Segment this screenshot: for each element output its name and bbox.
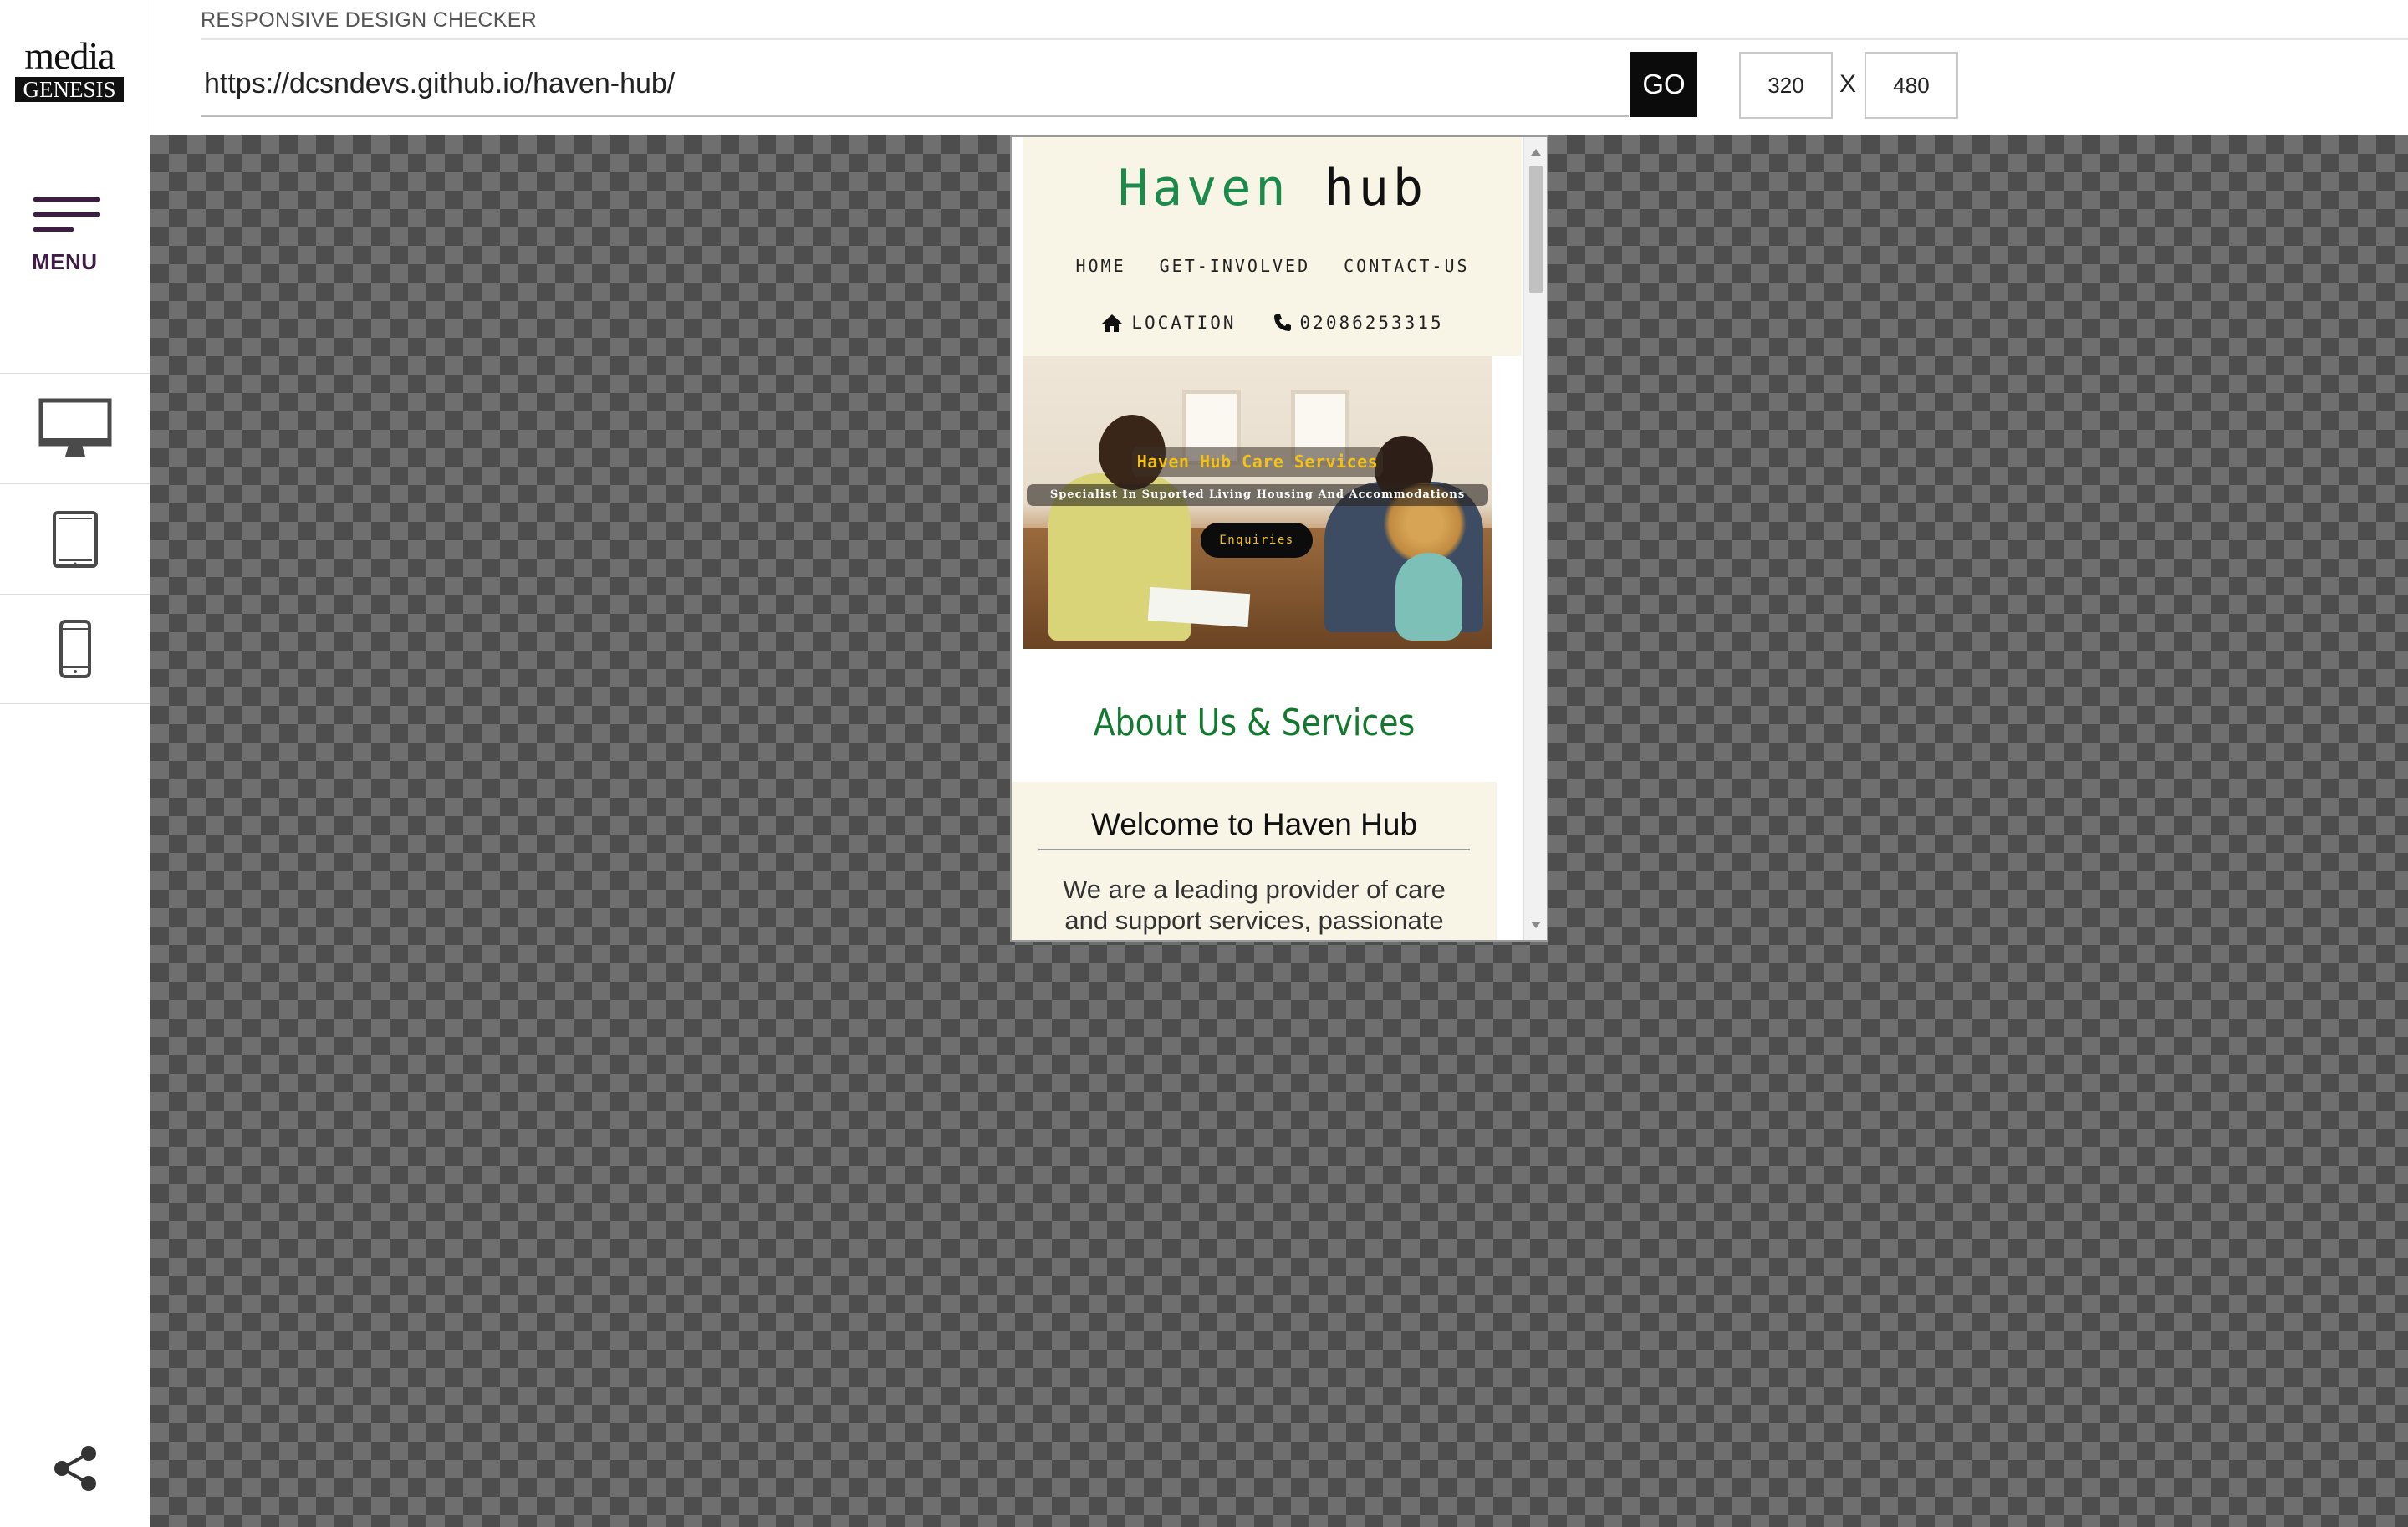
hero-subtitle: Specialist In Suported Living Housing An… — [1027, 484, 1488, 506]
hero-paper — [1147, 586, 1251, 628]
website-preview: Haven hub HOME GET-INVOLVED CONTACT-US L… — [1012, 137, 1523, 940]
location-label: LOCATION — [1131, 313, 1237, 333]
site-brand[interactable]: Haven hub — [1023, 159, 1522, 217]
phone-number: 02086253315 — [1299, 313, 1444, 333]
dimension-separator: X — [1839, 70, 1857, 98]
desktop-monitor-icon — [38, 398, 112, 457]
height-input[interactable] — [1865, 52, 1958, 119]
go-button[interactable]: GO — [1630, 52, 1697, 117]
hero-vase — [1395, 553, 1462, 641]
menu-label: MENU — [32, 249, 98, 274]
hero-banner: Haven Hub Care Services Specialist In Su… — [1023, 356, 1492, 649]
logo-line-genesis: GENESIS — [15, 77, 124, 102]
desktop-view-button[interactable] — [0, 373, 150, 483]
hamburger-icon-bar — [33, 227, 74, 232]
scroll-down-arrow-icon[interactable] — [1531, 922, 1541, 928]
device-preview-frame[interactable]: Haven hub HOME GET-INVOLVED CONTACT-US L… — [1010, 135, 1548, 942]
contact-bar: LOCATION 02086253315 — [1023, 313, 1522, 333]
url-input[interactable] — [201, 52, 1629, 117]
phone-icon — [1273, 314, 1291, 331]
about-title: About Us & Services — [1093, 702, 1416, 744]
mobile-view-button[interactable] — [0, 594, 150, 704]
hamburger-icon — [33, 197, 100, 202]
preview-scrollbar[interactable] — [1523, 137, 1547, 940]
nav-home[interactable]: HOME — [1075, 256, 1125, 276]
mobile-phone-icon — [59, 620, 91, 678]
brand-haven: Haven — [1117, 159, 1290, 217]
tablet-icon — [53, 510, 98, 568]
location-link[interactable]: LOCATION — [1101, 313, 1236, 333]
site-header: Haven hub HOME GET-INVOLVED CONTACT-US L… — [1023, 137, 1522, 356]
about-section: About Us & Services — [1012, 677, 1497, 782]
nav-contact-us[interactable]: CONTACT-US — [1344, 256, 1469, 276]
responsive-checker-app: media GENESIS MENU RESPONSIVE DESIGN CHE… — [0, 0, 2408, 1527]
enquiries-button[interactable]: Enquiries — [1201, 523, 1313, 558]
menu-button[interactable]: MENU — [32, 197, 102, 281]
media-genesis-logo[interactable]: media GENESIS — [15, 37, 124, 104]
share-icon[interactable] — [52, 1445, 99, 1492]
scrollbar-thumb[interactable] — [1529, 166, 1543, 293]
nav-get-involved[interactable]: GET-INVOLVED — [1160, 256, 1311, 276]
tablet-view-button[interactable] — [0, 483, 150, 594]
scroll-up-arrow-icon[interactable] — [1531, 149, 1541, 156]
hero-title: Haven Hub Care Services — [1132, 447, 1383, 477]
site-nav: HOME GET-INVOLVED CONTACT-US — [1023, 256, 1522, 276]
brand-hub: hub — [1324, 159, 1428, 217]
logo-line-media: media — [24, 34, 115, 77]
phone-link[interactable]: 02086253315 — [1273, 313, 1444, 333]
width-input[interactable] — [1739, 52, 1833, 119]
left-sidebar: media GENESIS MENU — [0, 0, 150, 1527]
welcome-section: Welcome to Haven Hub We are a leading pr… — [1012, 782, 1497, 940]
welcome-text: We are a leading provider of care and su… — [1063, 875, 1446, 935]
home-icon — [1102, 314, 1123, 332]
title-divider — [201, 38, 2408, 40]
top-toolbar: RESPONSIVE DESIGN CHECKER GO X — [150, 0, 2408, 135]
app-title: RESPONSIVE DESIGN CHECKER — [201, 8, 538, 32]
hamburger-icon-bar — [33, 212, 100, 217]
welcome-title: Welcome to Haven Hub — [1090, 807, 1418, 841]
welcome-divider — [1038, 849, 1470, 850]
